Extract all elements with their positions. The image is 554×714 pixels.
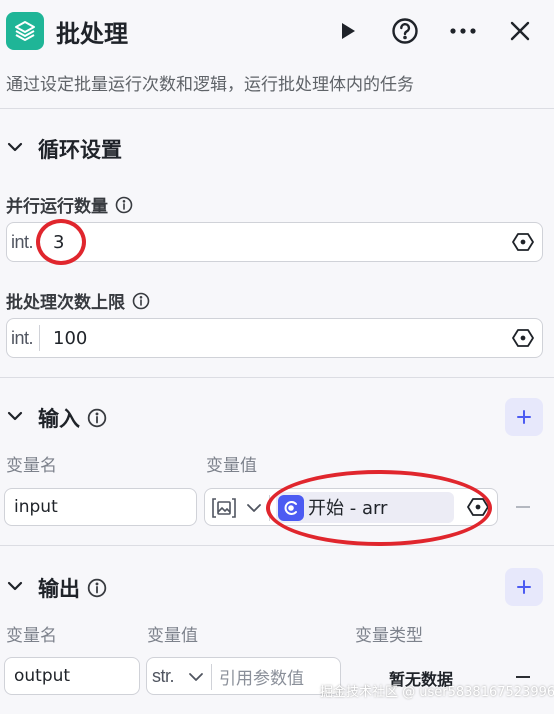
divider xyxy=(211,664,212,690)
column-header-name: 变量名 xyxy=(6,456,57,476)
play-icon xyxy=(342,23,355,39)
variable-hex-icon[interactable] xyxy=(467,496,489,518)
start-node-icon xyxy=(278,495,304,521)
add-output-button[interactable] xyxy=(505,568,543,606)
node-description: 通过设定批量运行次数和逻辑，运行批处理体内的任务 xyxy=(6,75,414,95)
info-icon[interactable] xyxy=(87,578,107,598)
info-icon[interactable] xyxy=(87,408,107,428)
section-title-inputs: 输入 xyxy=(38,403,107,433)
remove-input-button[interactable] xyxy=(516,506,530,508)
close-icon xyxy=(510,21,530,41)
plus-icon xyxy=(517,580,531,594)
column-header-value: 变量值 xyxy=(147,626,198,646)
column-header-type: 变量类型 xyxy=(355,626,423,646)
batch-limit-value: 100 xyxy=(53,327,88,349)
section-title-loop: 循环设置 xyxy=(38,138,122,162)
info-icon[interactable] xyxy=(132,292,150,310)
add-input-button[interactable] xyxy=(505,398,543,436)
input-variable-name-field[interactable]: input xyxy=(4,488,197,526)
field-label-parallel: 并行运行数量 xyxy=(6,192,133,217)
section-title-text: 输入 xyxy=(38,407,80,431)
layers-icon xyxy=(6,12,44,50)
chevron-down-icon[interactable] xyxy=(6,577,24,595)
type-tag: int. xyxy=(11,325,41,351)
node-header: 批处理 xyxy=(0,0,554,66)
output-variable-name: output xyxy=(14,666,71,686)
label-text: 批处理次数上限 xyxy=(6,293,125,313)
divider xyxy=(0,108,554,109)
chevron-down-icon[interactable] xyxy=(6,407,24,425)
field-label-limit: 批处理次数上限 xyxy=(6,288,150,313)
variable-hex-icon[interactable] xyxy=(512,327,534,349)
output-variable-value-field[interactable]: str. 引用参数值 xyxy=(146,657,341,695)
divider xyxy=(0,377,554,378)
page-title: 批处理 xyxy=(56,20,128,48)
watermark: 掘金技术社区 @ user5838167523996 xyxy=(320,685,554,700)
parallel-count-input[interactable]: int. 3 xyxy=(6,222,543,262)
parallel-count-value: 3 xyxy=(53,231,65,253)
image-type-icon[interactable] xyxy=(211,497,237,523)
batch-limit-input[interactable]: int. 100 xyxy=(6,318,543,358)
chevron-down-icon[interactable] xyxy=(246,500,262,516)
close-button[interactable] xyxy=(503,14,537,48)
output-variable-name-field[interactable]: output xyxy=(4,657,140,695)
type-tag: int. xyxy=(11,231,34,252)
chevron-down-icon[interactable] xyxy=(188,669,204,685)
help-button[interactable] xyxy=(388,14,422,48)
output-value-placeholder: 引用参数值 xyxy=(219,668,304,689)
more-button[interactable] xyxy=(446,14,480,48)
section-title-outputs: 输出 xyxy=(38,573,107,603)
info-icon[interactable] xyxy=(115,196,133,214)
reference-text: 开始 - arr xyxy=(308,498,388,519)
type-tag: str. xyxy=(152,665,175,686)
reference-chip[interactable]: 开始 - arr xyxy=(276,492,454,523)
section-title-text: 输出 xyxy=(38,577,80,601)
divider xyxy=(269,495,270,521)
plus-icon xyxy=(517,410,531,424)
divider xyxy=(0,545,554,546)
run-button[interactable] xyxy=(331,14,365,48)
column-header-value: 变量值 xyxy=(206,456,257,476)
variable-hex-icon[interactable] xyxy=(512,231,534,253)
more-icon xyxy=(450,28,476,34)
label-text: 并行运行数量 xyxy=(6,197,108,217)
input-variable-name: input xyxy=(14,497,58,517)
chevron-down-icon[interactable] xyxy=(6,138,24,156)
help-icon xyxy=(392,18,418,44)
remove-output-button[interactable] xyxy=(516,676,530,678)
column-header-name: 变量名 xyxy=(6,626,57,646)
